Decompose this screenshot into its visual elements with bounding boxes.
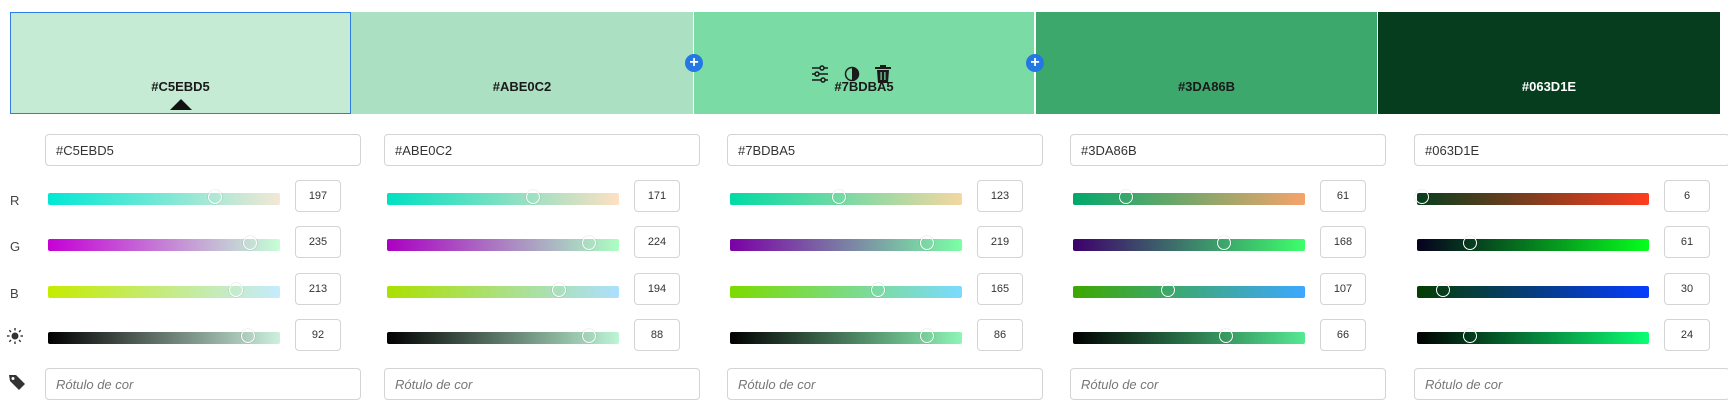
add-color-button[interactable]: + xyxy=(685,54,703,72)
brightness-slider[interactable] xyxy=(1073,329,1305,344)
green-row-label: G xyxy=(10,239,21,254)
adjust-sliders-icon[interactable] xyxy=(810,64,830,89)
green-slider[interactable] xyxy=(1073,236,1305,251)
blue-value-input[interactable]: 165 xyxy=(977,273,1023,305)
red-value-input[interactable]: 197 xyxy=(295,180,341,212)
brightness-value-input[interactable]: 88 xyxy=(634,319,680,351)
blue-slider-handle[interactable] xyxy=(1161,283,1176,297)
color-editor-column: #7BDBA5 123 219 165 86 Rótulo de cor xyxy=(727,134,1045,400)
blue-slider-handle[interactable] xyxy=(551,283,566,297)
red-slider-handle[interactable] xyxy=(526,190,541,204)
brightness-slider[interactable] xyxy=(387,329,619,344)
green-slider-handle[interactable] xyxy=(581,236,596,250)
red-slider-handle[interactable] xyxy=(832,190,847,204)
green-value-input[interactable]: 235 xyxy=(295,226,341,258)
green-value-input[interactable]: 61 xyxy=(1664,226,1710,258)
color-swatch[interactable]: #7BDBA5 xyxy=(694,12,1034,114)
blue-slider-handle[interactable] xyxy=(1435,283,1450,297)
color-label-input[interactable]: Rótulo de cor xyxy=(384,368,700,400)
blue-row-label: B xyxy=(10,286,19,301)
brightness-slider[interactable] xyxy=(48,329,280,344)
tag-icon xyxy=(8,373,26,396)
blue-value-input[interactable]: 107 xyxy=(1320,273,1366,305)
blue-slider[interactable] xyxy=(48,283,280,298)
blue-value-input[interactable]: 30 xyxy=(1664,273,1710,305)
color-label-input[interactable]: Rótulo de cor xyxy=(1070,368,1386,400)
swatch-hex-label: #3DA86B xyxy=(1177,79,1236,94)
color-editor-column: #3DA86B 61 168 107 66 Rótulo de cor xyxy=(1070,134,1388,400)
blue-slider[interactable] xyxy=(1073,283,1305,298)
red-value-input[interactable]: 6 xyxy=(1664,180,1710,212)
brightness-slider[interactable] xyxy=(1417,329,1649,344)
color-editor-column: #C5EBD5 197 235 213 92 Rótulo de cor xyxy=(45,134,363,400)
red-slider[interactable] xyxy=(1073,190,1305,205)
green-slider[interactable] xyxy=(387,236,619,251)
brightness-slider-handle[interactable] xyxy=(1219,329,1234,343)
color-label-input[interactable]: Rótulo de cor xyxy=(1414,368,1728,400)
color-swatch[interactable]: #C5EBD5 xyxy=(10,12,351,114)
color-editor-column: #063D1E 6 61 30 24 Rótulo de cor xyxy=(1414,134,1728,400)
swatch-hex-label: #7BDBA5 xyxy=(834,79,894,94)
green-slider[interactable] xyxy=(1417,236,1649,251)
contrast-icon[interactable] xyxy=(844,66,860,87)
swatch-hex-label: #C5EBD5 xyxy=(151,79,210,94)
brightness-icon xyxy=(6,327,24,350)
brightness-value-input[interactable]: 92 xyxy=(295,319,341,351)
red-slider[interactable] xyxy=(730,190,962,205)
red-value-input[interactable]: 123 xyxy=(977,180,1023,212)
red-slider-handle[interactable] xyxy=(208,190,223,204)
green-value-input[interactable]: 224 xyxy=(634,226,680,258)
swatch-hex-label: #ABE0C2 xyxy=(492,79,552,94)
brightness-slider-handle[interactable] xyxy=(240,329,255,343)
green-slider[interactable] xyxy=(48,236,280,251)
red-slider[interactable] xyxy=(1414,190,1649,205)
green-slider-handle[interactable] xyxy=(920,236,935,250)
red-slider-handle[interactable] xyxy=(1414,190,1429,204)
blue-slider[interactable] xyxy=(730,283,962,298)
blue-slider-handle[interactable] xyxy=(228,283,243,297)
add-color-button[interactable]: + xyxy=(1026,54,1044,72)
brightness-slider-handle[interactable] xyxy=(581,329,596,343)
brightness-slider-handle[interactable] xyxy=(1463,329,1478,343)
color-swatch[interactable]: #063D1E xyxy=(1378,12,1720,114)
brightness-slider[interactable] xyxy=(730,329,962,344)
swatch-hex-label: #063D1E xyxy=(1521,79,1577,94)
brightness-value-input[interactable]: 24 xyxy=(1664,319,1710,351)
color-label-input[interactable]: Rótulo de cor xyxy=(45,368,361,400)
color-swatch[interactable]: #3DA86B xyxy=(1036,12,1377,114)
hex-input[interactable]: #063D1E xyxy=(1414,134,1728,166)
trash-icon[interactable] xyxy=(874,64,892,89)
brightness-slider-handle[interactable] xyxy=(920,329,935,343)
hex-input[interactable]: #ABE0C2 xyxy=(384,134,700,166)
color-swatch[interactable]: #ABE0C2 xyxy=(351,12,693,114)
blue-slider-handle[interactable] xyxy=(871,283,886,297)
green-slider[interactable] xyxy=(730,236,962,251)
green-slider-handle[interactable] xyxy=(242,236,257,250)
red-value-input[interactable]: 61 xyxy=(1320,180,1366,212)
blue-slider[interactable] xyxy=(387,283,619,298)
selected-indicator-icon xyxy=(169,99,192,110)
red-row-label: R xyxy=(10,193,20,208)
red-slider-handle[interactable] xyxy=(1119,190,1134,204)
green-slider-handle[interactable] xyxy=(1463,236,1478,250)
color-label-input[interactable]: Rótulo de cor xyxy=(727,368,1043,400)
blue-value-input[interactable]: 213 xyxy=(295,273,341,305)
green-slider-handle[interactable] xyxy=(1216,236,1231,250)
red-slider[interactable] xyxy=(48,190,280,205)
brightness-value-input[interactable]: 66 xyxy=(1320,319,1366,351)
green-value-input[interactable]: 219 xyxy=(977,226,1023,258)
red-slider[interactable] xyxy=(387,190,619,205)
green-value-input[interactable]: 168 xyxy=(1320,226,1366,258)
blue-slider[interactable] xyxy=(1417,283,1649,298)
hex-input[interactable]: #7BDBA5 xyxy=(727,134,1043,166)
red-value-input[interactable]: 171 xyxy=(634,180,680,212)
hex-input[interactable]: #3DA86B xyxy=(1070,134,1386,166)
brightness-value-input[interactable]: 86 xyxy=(977,319,1023,351)
blue-value-input[interactable]: 194 xyxy=(634,273,680,305)
hex-input[interactable]: #C5EBD5 xyxy=(45,134,361,166)
color-editor-column: #ABE0C2 171 224 194 88 Rótulo de cor xyxy=(384,134,702,400)
